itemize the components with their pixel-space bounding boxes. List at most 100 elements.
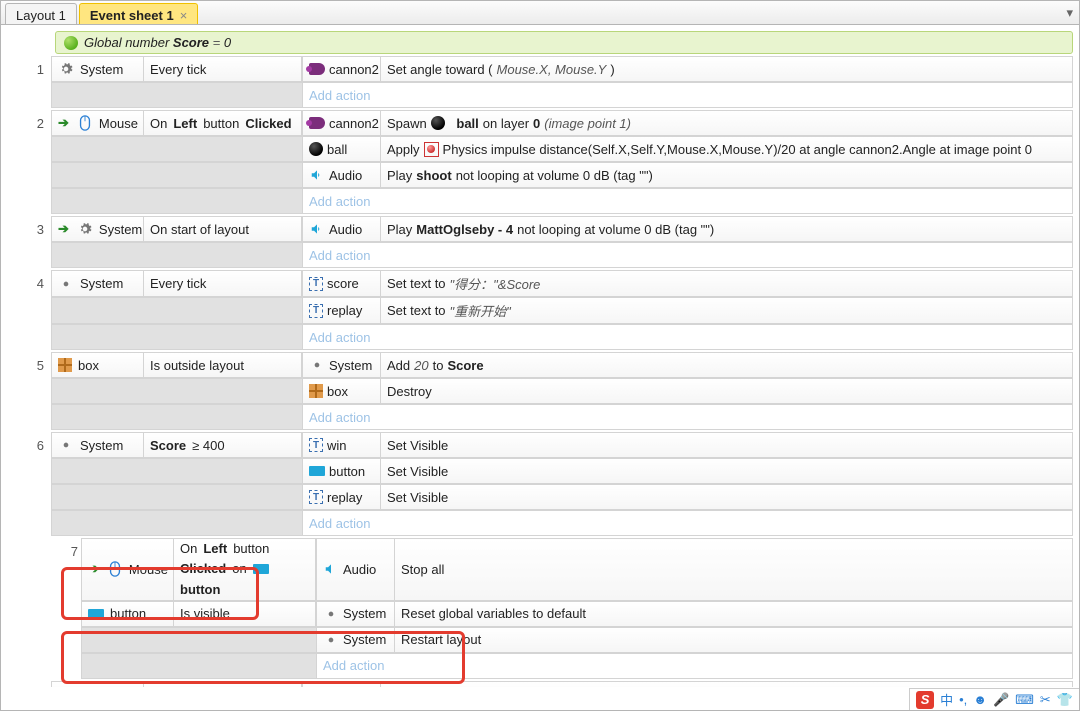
condition-blank[interactable] — [81, 653, 317, 679]
add-action-link[interactable]: Add action — [303, 82, 1073, 108]
tab-label: Event sheet 1 — [90, 8, 174, 23]
condition-blank[interactable] — [51, 484, 303, 510]
object-label: System — [343, 632, 386, 647]
add-action-link[interactable]: Add action — [317, 653, 1073, 679]
action-text: Set Visible — [381, 433, 1072, 457]
object-label: Mouse — [129, 562, 168, 577]
event-row: 8 ball Is outside layout ball Destroy Ad… — [21, 681, 1073, 687]
condition-blank[interactable] — [51, 378, 303, 404]
text-icon: T — [309, 304, 323, 318]
tab-dropdown-icon[interactable]: ▾ — [1066, 5, 1073, 21]
action-cell[interactable]: cannon2 Set angle toward (Mouse.X, Mouse… — [303, 56, 1073, 82]
action-text: Destroy — [381, 379, 1072, 403]
event-row: 3 ➔System On start of layout Audio Play … — [21, 216, 1073, 268]
tab-eventsheet[interactable]: Event sheet 1 × — [79, 3, 198, 24]
add-action-link[interactable]: Add action — [303, 404, 1073, 430]
audio-icon — [309, 167, 325, 183]
action-cell[interactable]: box Destroy — [303, 378, 1073, 404]
action-text: Destroy — [381, 682, 1072, 687]
condition-blank[interactable] — [51, 82, 303, 108]
ime-item[interactable]: 中 — [940, 690, 953, 709]
ime-item[interactable]: ☻ — [973, 692, 987, 707]
action-cell[interactable]: cannon2 Spawn ball on layer 0 (image poi… — [303, 110, 1073, 136]
action-text: Set Visible — [381, 459, 1072, 483]
object-label: button — [329, 464, 365, 479]
action-cell[interactable]: ball Apply Physics impulse distance(Self… — [303, 136, 1073, 162]
action-cell[interactable]: System Restart layout — [317, 627, 1073, 653]
condition-cell[interactable]: ➔Mouse On Left button Clicked on button — [81, 538, 317, 601]
condition-blank[interactable] — [51, 404, 303, 430]
action-cell[interactable]: Tscore Set text to "得分："&Score — [303, 270, 1073, 297]
sogou-icon[interactable]: S — [916, 691, 934, 709]
ime-item[interactable]: ⌨ — [1015, 692, 1034, 708]
action-cell[interactable]: ball Destroy — [303, 681, 1073, 687]
action-cell[interactable]: Audio Stop all — [317, 538, 1073, 601]
action-cell[interactable]: Audio Play MattOglseby - 4 not looping a… — [303, 216, 1073, 242]
ime-toolbar[interactable]: S 中 •, ☻ 🎤 ⌨ ✂ 👕 — [909, 688, 1079, 710]
condition-cell[interactable]: ball Is outside layout — [51, 681, 303, 687]
action-cell[interactable]: System Reset global variables to default — [317, 601, 1073, 627]
mouse-icon — [77, 115, 93, 131]
action-text: Set text to "重新开始" — [381, 298, 1072, 323]
action-text: Add 20 to Score — [381, 353, 1072, 377]
event-row: 1 System Every tick cannon2 Set angle to… — [21, 56, 1073, 108]
add-action-link[interactable]: Add action — [303, 324, 1073, 350]
add-action-link[interactable]: Add action — [303, 242, 1073, 268]
ime-item[interactable]: 👕 — [1057, 692, 1073, 708]
text-icon: T — [309, 438, 323, 452]
row-number: 7 — [65, 538, 81, 679]
condition-cell[interactable]: System Every tick — [51, 270, 303, 297]
global-variable-row[interactable]: Global number Score = 0 — [55, 31, 1073, 54]
add-action-link[interactable]: Add action — [303, 510, 1073, 536]
object-label: System — [329, 358, 372, 373]
action-cell[interactable]: Treplay Set text to "重新开始" — [303, 297, 1073, 324]
condition-blank[interactable] — [81, 627, 317, 653]
ime-item[interactable]: ✂ — [1040, 692, 1051, 708]
condition-cell[interactable]: System Every tick — [51, 56, 303, 82]
condition-blank[interactable] — [51, 188, 303, 214]
trigger-arrow-icon: ➔ — [58, 221, 69, 237]
action-text: Set angle toward (Mouse.X, Mouse.Y) — [381, 57, 1072, 81]
row-number: 3 — [21, 216, 51, 268]
gear-icon — [58, 61, 74, 77]
add-action-link[interactable]: Add action — [303, 188, 1073, 214]
action-cell[interactable]: System Add 20 to Score — [303, 352, 1073, 378]
row-number: 5 — [21, 352, 51, 430]
condition-blank[interactable] — [51, 458, 303, 484]
condition-blank[interactable] — [51, 510, 303, 536]
cannon-icon — [309, 63, 325, 75]
condition-blank[interactable] — [51, 162, 303, 188]
condition-blank[interactable] — [51, 324, 303, 350]
condition-cell[interactable]: ➔System On start of layout — [51, 216, 303, 242]
condition-text: On Left button Clicked — [144, 111, 302, 135]
cannon-icon — [309, 117, 325, 129]
action-cell[interactable]: button Set Visible — [303, 458, 1073, 484]
condition-blank[interactable] — [51, 242, 303, 268]
condition-cell[interactable]: button Is visible — [81, 601, 317, 627]
object-label: Audio — [329, 168, 362, 183]
row-number: 4 — [21, 270, 51, 350]
condition-cell[interactable]: System Score ≥ 400 — [51, 432, 303, 458]
action-text: Play MattOglseby - 4 not looping at volu… — [381, 217, 1072, 241]
condition-blank[interactable] — [51, 136, 303, 162]
condition-cell[interactable]: ➔Mouse On Left button Clicked — [51, 110, 303, 136]
action-text: Play shoot not looping at volume 0 dB (t… — [381, 163, 1072, 187]
ime-item[interactable]: •, — [959, 692, 967, 707]
tab-layout[interactable]: Layout 1 — [5, 3, 77, 24]
condition-blank[interactable] — [51, 297, 303, 324]
ime-item[interactable]: 🎤 — [993, 692, 1009, 708]
condition-cell[interactable]: box Is outside layout — [51, 352, 303, 378]
text-icon: T — [309, 277, 323, 291]
action-cell[interactable]: Twin Set Visible — [303, 432, 1073, 458]
action-cell[interactable]: Treplay Set Visible — [303, 484, 1073, 510]
close-icon[interactable]: × — [180, 8, 188, 23]
audio-icon — [323, 561, 339, 577]
gear-icon — [77, 221, 93, 237]
condition-text: Every tick — [150, 276, 206, 291]
action-cell[interactable]: Audio Play shoot not looping at volume 0… — [303, 162, 1073, 188]
event-row: 5 box Is outside layout System Add 20 to… — [21, 352, 1073, 430]
object-label: System — [80, 276, 123, 291]
object-label: score — [327, 276, 359, 291]
button-sprite-icon — [309, 466, 325, 476]
trigger-arrow-icon: ➔ — [58, 115, 69, 131]
